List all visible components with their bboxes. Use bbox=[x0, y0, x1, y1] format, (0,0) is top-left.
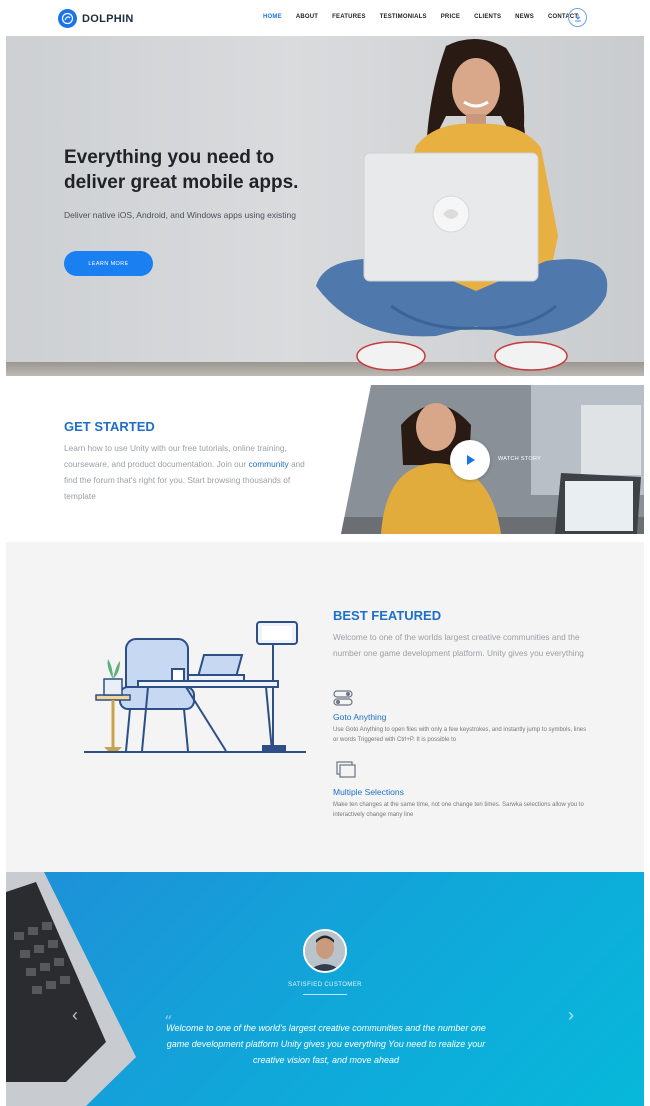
brand-logo[interactable]: DOLPHIN bbox=[58, 9, 134, 28]
nav-item-price[interactable]: PRICE bbox=[441, 14, 460, 20]
get-started-title-rest: STARTED bbox=[94, 419, 155, 434]
hero-title: Everything you need to deliver great mob… bbox=[64, 145, 298, 195]
video-thumbnail-image[interactable] bbox=[341, 385, 644, 534]
brand-name: DOLPHIN bbox=[82, 12, 134, 25]
hero-title-line-2: deliver great mobile apps. bbox=[64, 172, 299, 193]
nav-item-about[interactable]: ABOUT bbox=[296, 14, 318, 20]
feature-goto-anything-title: Goto Anything bbox=[333, 712, 387, 722]
nav-item-clients[interactable]: CLIENTS bbox=[474, 14, 501, 20]
customer-avatar bbox=[303, 929, 347, 973]
download-icon[interactable] bbox=[568, 8, 587, 27]
hero-title-line-1: Everything you need to bbox=[64, 147, 275, 168]
nav-item-news[interactable]: NEWS bbox=[515, 14, 534, 20]
hero-subtitle: Deliver native iOS, Android, and Windows… bbox=[64, 210, 296, 220]
get-started-text: Learn how to use Unity with our free tut… bbox=[64, 440, 314, 504]
featured-section: BEST FEATURED Welcome to one of the worl… bbox=[6, 542, 644, 872]
get-started-section: GET STARTED Learn how to use Unity with … bbox=[6, 376, 644, 542]
hero-section: Everything you need to deliver great mob… bbox=[6, 36, 644, 376]
watch-story-label[interactable]: WATCH STORY bbox=[498, 456, 541, 462]
get-started-title-bold: GET bbox=[64, 419, 91, 434]
feature-multiple-selections-title: Multiple Selections bbox=[333, 787, 404, 797]
nav-item-features[interactable]: FEATURES bbox=[332, 14, 366, 20]
play-button[interactable] bbox=[450, 440, 490, 480]
testimonial-section: SATISFIED CUSTOMER “ Welcome to one of t… bbox=[6, 872, 644, 1106]
desk-illustration bbox=[84, 621, 306, 753]
divider bbox=[303, 994, 347, 995]
nav-item-home[interactable]: HOME bbox=[263, 14, 282, 20]
prev-arrow-icon[interactable]: ‹ bbox=[72, 1005, 78, 1026]
windows-icon bbox=[336, 761, 356, 778]
feature-multiple-selections-desc: Make ten changes at the same time, not o… bbox=[333, 802, 584, 818]
next-arrow-icon[interactable]: › bbox=[568, 1005, 574, 1026]
featured-text: Welcome to one of the worlds largest cre… bbox=[333, 632, 584, 658]
main-nav: HOME ABOUT FEATURES TESTIMONIALS PRICE C… bbox=[263, 14, 592, 20]
nav-item-testimonials[interactable]: TESTIMONIALS bbox=[380, 14, 427, 20]
site-header: DOLPHIN HOME ABOUT FEATURES TESTIMONIALS… bbox=[6, 0, 644, 36]
learn-more-button[interactable]: LEARN MORE bbox=[64, 251, 153, 276]
feature-goto-anything-desc: Use Goto Anything to open files with onl… bbox=[333, 727, 587, 743]
get-started-title: GET STARTED bbox=[64, 419, 155, 434]
testimonial-quote: Welcome to one of the world's largest cr… bbox=[166, 1023, 486, 1065]
featured-title-rest: FEATURED bbox=[371, 608, 442, 623]
satisfied-customer-label: SATISFIED CUSTOMER bbox=[288, 982, 362, 988]
play-icon bbox=[467, 455, 475, 465]
hero-woman-laptop-image bbox=[316, 38, 608, 371]
dolphin-logo-icon bbox=[58, 9, 77, 28]
featured-title-bold: BEST bbox=[333, 608, 368, 623]
community-link[interactable]: community bbox=[249, 459, 289, 469]
featured-title: BEST FEATURED bbox=[333, 608, 441, 623]
toggle-icon bbox=[333, 690, 353, 706]
laptop-keyboard-image bbox=[6, 872, 136, 1106]
